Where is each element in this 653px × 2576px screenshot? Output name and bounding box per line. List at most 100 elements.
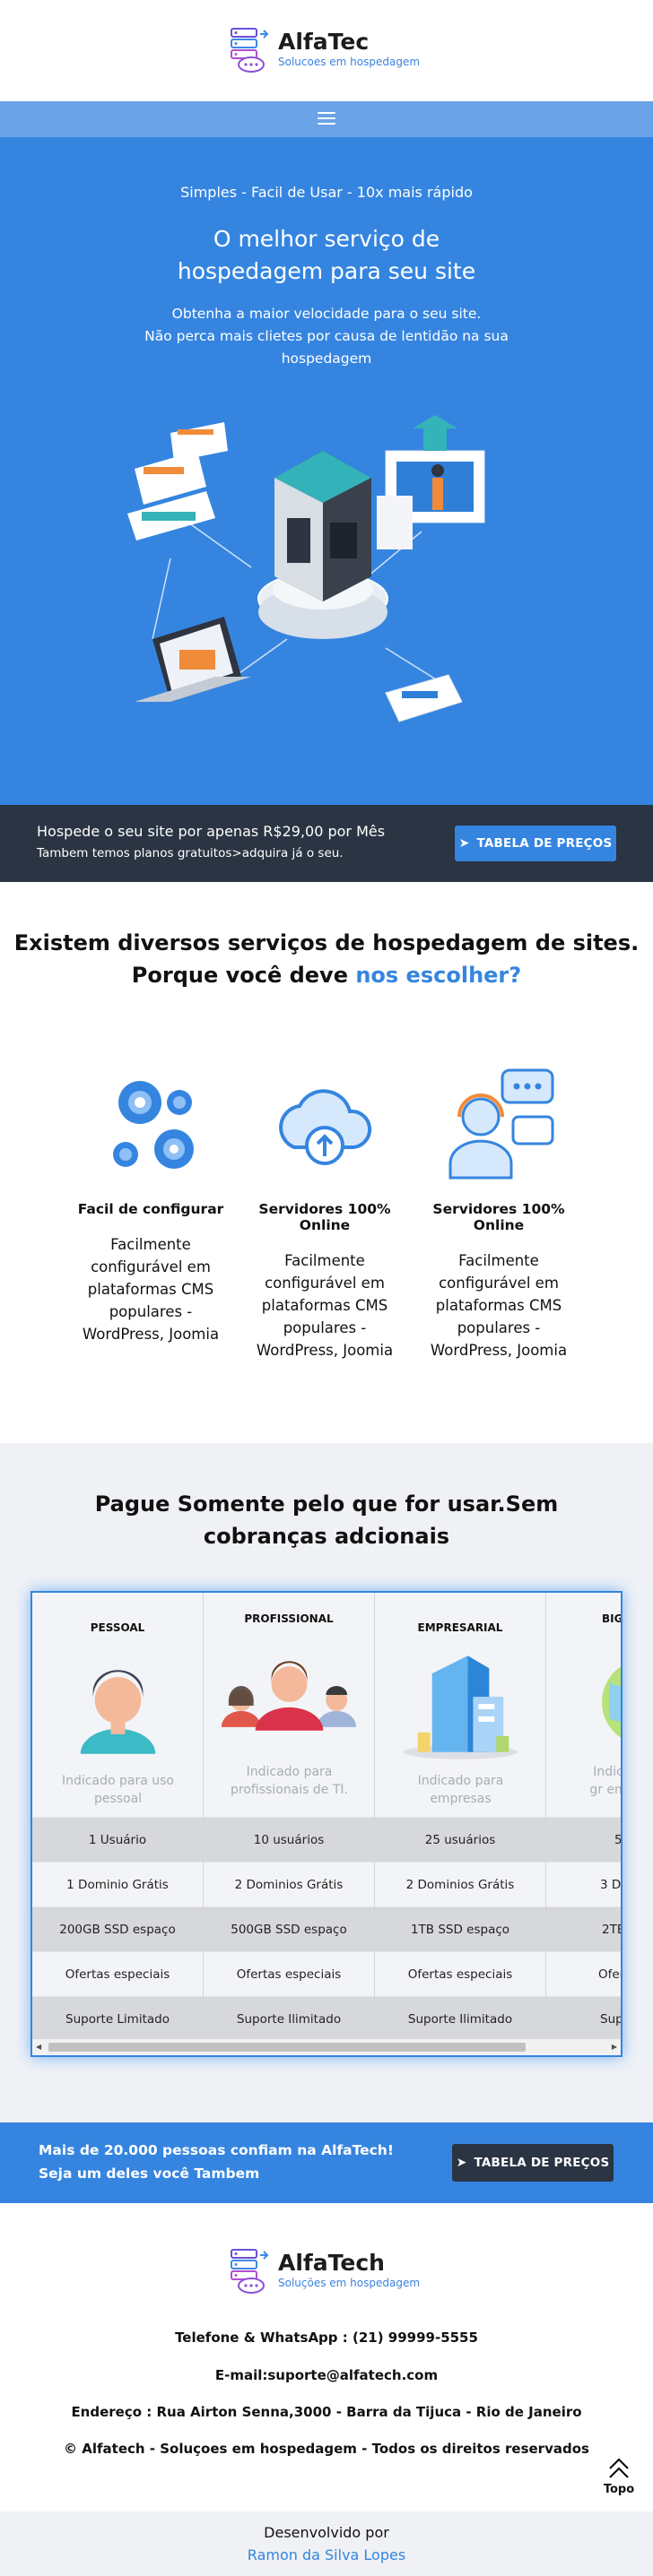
plan-desc: Indicado para empresas <box>417 1774 504 1806</box>
support-agent-icon <box>448 1068 554 1180</box>
plan-cell: 500GB SSD espaço <box>204 1906 374 1951</box>
developer-credit: Desenvolvido por Ramon da Silva Lopes <box>0 2511 653 2576</box>
feature-card: Facil de configurar Facilmente configurá… <box>70 1067 231 1345</box>
plan-desc: Indicado para profissionais de TI. <box>231 1765 348 1797</box>
back-to-top-button[interactable]: Topo <box>596 2456 641 2496</box>
plan-name: EMPRESARIAL <box>417 1621 503 1634</box>
footer-address: Endereço : Rua Airton Senna,3000 - Barra… <box>71 2404 582 2420</box>
feature-desc: Facilmente configurável em plataformas C… <box>256 1252 394 1359</box>
cloud-upload-icon <box>279 1089 372 1165</box>
brand-tagline: Solucoes em hospedagem <box>278 56 421 68</box>
plan-cell: Suport <box>546 1996 621 2041</box>
scroll-left-arrow-icon[interactable]: ◀ <box>36 2043 41 2051</box>
pricing-table-button[interactable]: ➤ TABELA DE PREÇOS <box>455 826 616 861</box>
hero-subtitle-line2: Não perca mais clietes por causa de lent… <box>144 328 509 367</box>
globe-icon <box>602 1666 621 1738</box>
plan-cell: 2 Dominios Grátis <box>375 1862 545 1906</box>
building-icon <box>403 1655 518 1759</box>
server-logo-icon <box>231 28 269 73</box>
rocket-icon: ➤ <box>458 836 470 851</box>
trust-line1: Mais de 20.000 pessoas confiam na AlfaTe… <box>39 2142 394 2158</box>
feature-title: Servidores 100% Online <box>258 1201 391 1233</box>
plan-cell: Suporte Limitado <box>32 1996 203 2041</box>
plan-cell: Suporte Ilimitado <box>204 1996 374 2041</box>
pricing-table-button-2[interactable]: ➤ TABELA DE PREÇOS <box>452 2144 614 2182</box>
scroll-right-arrow-icon[interactable]: ▶ <box>612 2043 617 2051</box>
plan-cell: 200GB SSD espaço <box>32 1906 203 1951</box>
plan-name: PROFISSIONAL <box>244 1612 334 1625</box>
plan-name: BIG <box>602 1612 623 1625</box>
pricing-table-button-label: TABELA DE PREÇOS <box>474 2156 610 2170</box>
trust-bar: Mais de 20.000 pessoas confiam na AlfaTe… <box>0 2122 653 2203</box>
plan-cell: 25 usuários <box>375 1817 545 1862</box>
plan-cell: 1 Usuário <box>32 1817 203 1862</box>
why-line2-accent: nos escolher? <box>355 963 522 988</box>
plan-desc: Indic gr em <box>589 1765 623 1797</box>
hero-subtitle: Obtenha a maior velocidade para o seu si… <box>126 303 527 370</box>
plan-desc: Indicado para uso pessoal <box>62 1774 174 1806</box>
trust-line2: Seja um deles você Tambem <box>39 2165 260 2182</box>
feature-desc: Facilmente configurável em plataformas C… <box>430 1252 568 1359</box>
plan-cell: Ofertas especiais <box>204 1951 374 1996</box>
plan-column-big: BIG Indic gr em 50 U 3 Domi 2TB SS Ofert… <box>546 1593 623 2041</box>
site-footer: AlfaTech Soluções em hospedagem Telefone… <box>0 2203 653 2511</box>
plan-cell: 1 Dominio Grátis <box>32 1862 203 1906</box>
server-illustration <box>127 415 485 722</box>
plan-cell: Suporte Ilimitado <box>375 1996 545 2041</box>
person-avatar-icon <box>80 1670 156 1754</box>
footer-brand-name: AlfaTech <box>278 2250 385 2276</box>
why-choose-heading: Existem diversos serviços de hospedagem … <box>0 927 653 991</box>
plans-section: Pague Somente pelo que for usar.Sem cobr… <box>0 1443 653 2124</box>
plan-cell: 10 usuários <box>204 1817 374 1862</box>
developer-label: Desenvolvido por <box>264 2524 389 2541</box>
plan-cell: 50 U <box>546 1817 621 1862</box>
why-line2: Porque você deve nos escolher? <box>0 959 653 991</box>
plan-column-pessoal: PESSOAL Indicado para uso pessoal 1 Usuá… <box>32 1593 204 2041</box>
hero-subtitle-line1: Obtenha a maior velocidade para o seu si… <box>171 306 482 322</box>
feature-card: Servidores 100% Online Facilmente config… <box>418 1067 579 1361</box>
plan-cell: 2 Dominios Grátis <box>204 1862 374 1906</box>
rocket-icon: ➤ <box>456 2156 467 2170</box>
hamburger-menu-icon[interactable] <box>318 112 335 126</box>
pricing-table-button-label: TABELA DE PREÇOS <box>476 836 613 851</box>
promo-line2: Tambem temos planos gratuitos>adquira já… <box>37 846 344 860</box>
feature-desc: Facilmente configurável em plataformas C… <box>82 1236 220 1343</box>
plan-cell: 1TB SSD espaço <box>375 1906 545 1951</box>
pricing-table[interactable]: PESSOAL Indicado para uso pessoal 1 Usuá… <box>30 1591 623 2057</box>
footer-copyright: © Alfatech - Soluçoes em hospedagem - To… <box>64 2441 589 2457</box>
footer-phone: Telefone & WhatsApp : (21) 99999-5555 <box>175 2330 478 2346</box>
plan-column-profissional: PROFISSIONAL Indicado para profissionais… <box>204 1593 375 2041</box>
hero-title: O melhor serviço de hospedagem para seu … <box>177 226 476 284</box>
brand-name: AlfaTec <box>278 29 370 55</box>
plans-title: Pague Somente pelo que for usar.Sem cobr… <box>94 1491 559 1549</box>
brand-logo[interactable]: AlfaTec Solucoes em hospedagem <box>228 25 420 73</box>
team-people-icon <box>221 1661 357 1731</box>
plan-cell: Ofertas especiais <box>375 1951 545 1996</box>
promo-bar: Hospede o seu site por apenas R$29,00 po… <box>0 805 653 882</box>
footer-email[interactable]: E-mail:suporte@alfatech.com <box>0 2367 653 2383</box>
footer-tagline: Soluções em hospedagem <box>278 2277 421 2289</box>
footer-logo[interactable]: AlfaTech Soluções em hospedagem <box>228 2246 420 2295</box>
hero-kicker: Simples - Facil de Usar - 10x mais rápid… <box>180 184 473 201</box>
navbar <box>0 101 653 137</box>
feature-title: Facil de configurar <box>77 1201 224 1217</box>
back-to-top-label: Topo <box>603 2483 635 2496</box>
horizontal-scrollbar[interactable]: ◀ ▶ <box>32 2039 621 2055</box>
developer-link[interactable]: Ramon da Silva Lopes <box>0 2546 653 2563</box>
plan-cell: 2TB SS <box>546 1906 621 1951</box>
server-logo-icon <box>231 2249 269 2294</box>
plan-cell: Ofertas <box>546 1951 621 1996</box>
why-line1: Existem diversos serviços de hospedagem … <box>13 930 640 955</box>
promo-line1: Hospede o seu site por apenas R$29,00 po… <box>37 823 386 840</box>
gears-icon <box>113 1081 194 1169</box>
why-line2-text: Porque você deve <box>131 963 356 988</box>
plan-column-empresarial: EMPRESARIAL Indicado para empresas 25 us… <box>375 1593 546 2041</box>
feature-title: Servidores 100% Online <box>432 1201 565 1233</box>
site-header: AlfaTec Solucoes em hospedagem <box>0 0 653 101</box>
hero-section: Simples - Facil de Usar - 10x mais rápid… <box>0 137 653 805</box>
plan-cell: 3 Domi <box>546 1862 621 1906</box>
plan-name: PESSOAL <box>90 1621 145 1634</box>
scrollbar-thumb[interactable] <box>48 2043 526 2052</box>
plan-cell: Ofertas especiais <box>32 1951 203 1996</box>
feature-card: Servidores 100% Online Facilmente config… <box>244 1067 405 1361</box>
